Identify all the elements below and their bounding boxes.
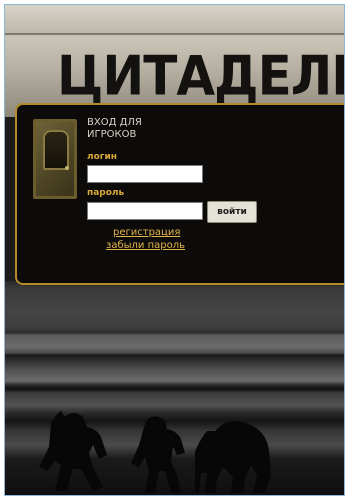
- login-panel: ВХОД ДЛЯ ИГРОКОВ логин пароль войти реги…: [15, 103, 344, 285]
- login-input[interactable]: [87, 165, 203, 183]
- login-title-line2: ИГРОКОВ: [87, 129, 137, 140]
- door-knob: [65, 166, 69, 170]
- login-title: ВХОД ДЛЯ ИГРОКОВ: [87, 117, 142, 141]
- password-label: пароль: [87, 188, 125, 198]
- site-logo: ЦИТАДЕЛЬ: [57, 45, 345, 108]
- header-wall: ЦИТАДЕЛЬ: [5, 5, 344, 117]
- monster-silhouette-2: [131, 416, 185, 493]
- login-button[interactable]: войти: [207, 201, 257, 223]
- register-link[interactable]: регистрация: [113, 227, 180, 238]
- wall-band: [5, 5, 344, 35]
- login-label: логин: [87, 152, 118, 162]
- password-input[interactable]: [87, 202, 203, 220]
- login-title-line1: ВХОД ДЛЯ: [87, 117, 142, 128]
- door-window: [43, 130, 69, 170]
- forgot-password-link[interactable]: забыли пароль: [106, 240, 185, 251]
- page-frame: ЦИТАДЕЛЬ ВХОД ДЛЯ ИГРОКОВ логин пароль в…: [4, 4, 345, 496]
- monster-silhouette-1: [39, 411, 107, 491]
- monster-silhouette-3: [195, 421, 271, 493]
- door-icon: [33, 119, 77, 199]
